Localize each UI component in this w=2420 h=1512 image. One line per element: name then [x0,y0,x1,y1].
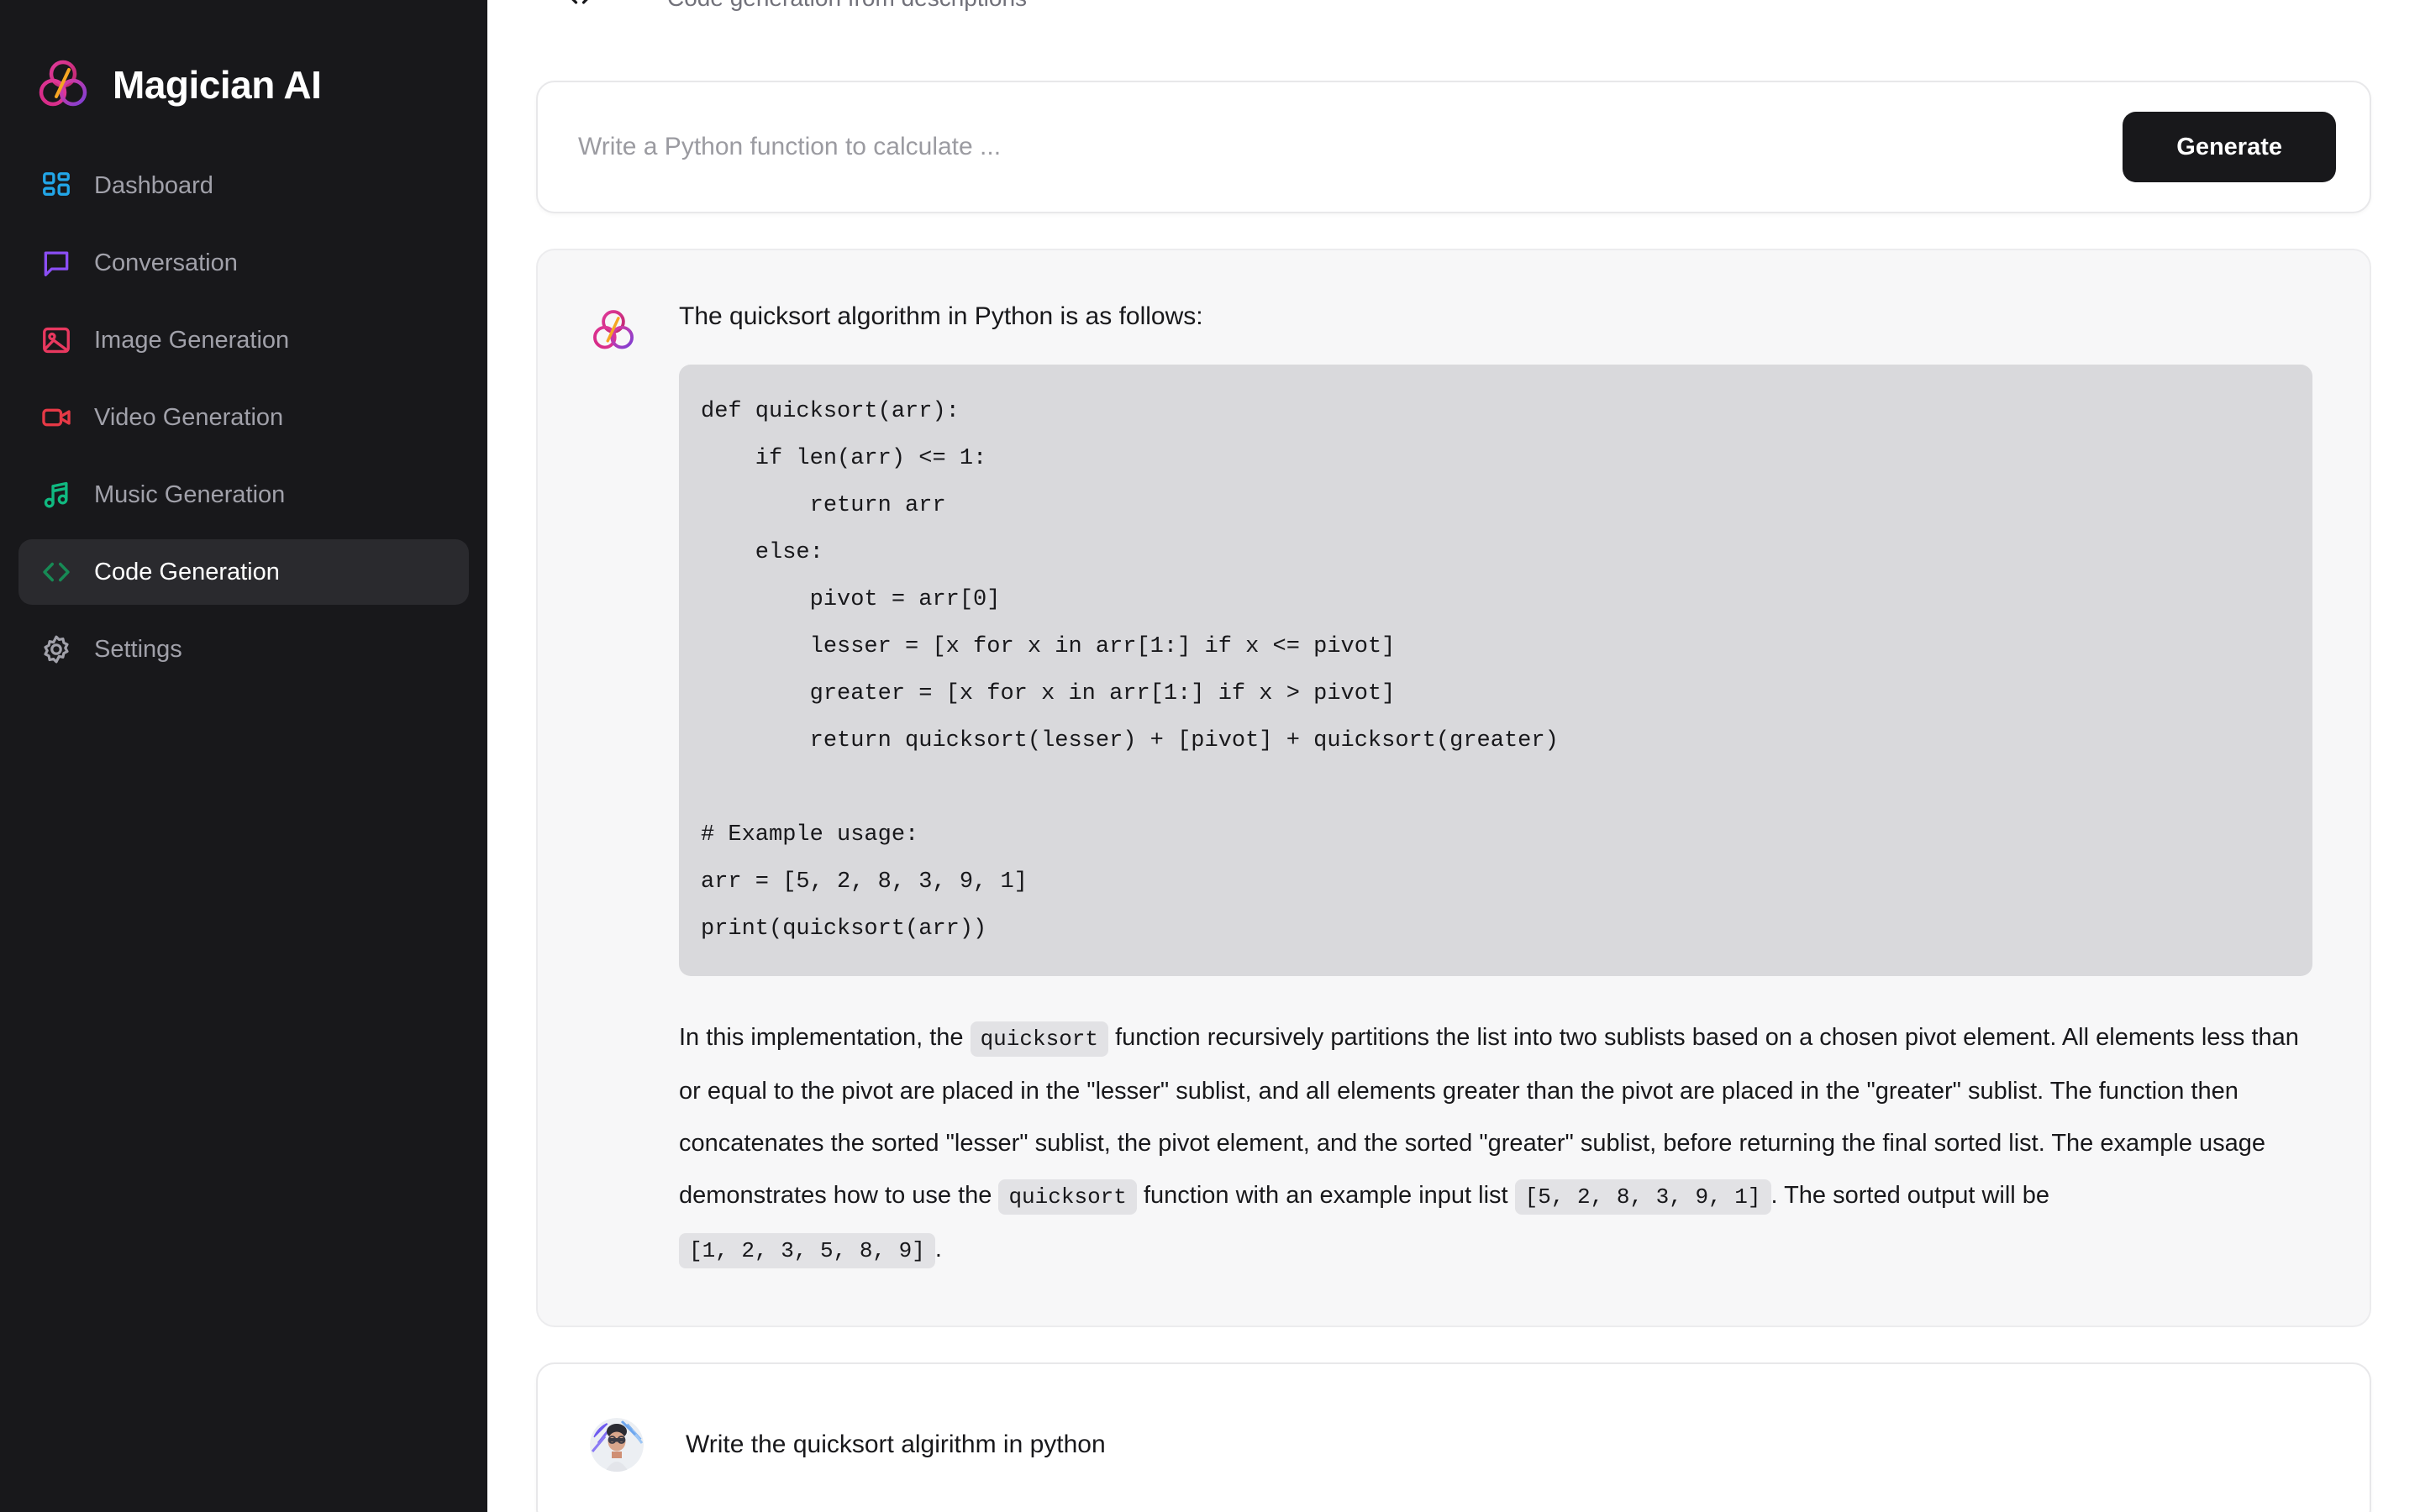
grid-icon [40,170,72,202]
sidebar-item-label: Video Generation [94,403,284,431]
avatar [590,1418,644,1472]
sidebar-item-label: Code Generation [94,558,280,585]
explanation-text-4: . The sorted output will be [1770,1182,2050,1209]
sidebar-item-label: Dashboard [94,171,213,199]
brand-name: Magician AI [113,63,322,107]
brand[interactable]: Magician AI [0,0,487,134]
sidebar-nav: Dashboard Conversation Image Generation [0,134,487,682]
sidebar-item-conversation[interactable]: Conversation [18,230,469,296]
gear-icon [40,633,72,665]
ai-response-explanation: In this implementation, the quicksort fu… [679,1011,2312,1277]
user-message-text: Write the quicksort algirithm in python [686,1431,1106,1458]
sidebar-item-label: Music Generation [94,480,286,508]
ai-avatar-trefoil-logo-icon [590,307,637,354]
page-subtitle: Code generation from descriptions [667,0,1027,12]
ai-response-intro: The quicksort algorithm in Python is as … [679,302,1203,330]
sidebar-item-settings[interactable]: Settings [18,617,469,682]
sidebar-item-code-generation[interactable]: Code Generation [18,539,469,605]
ai-response-body: The quicksort algorithm in Python is as … [679,299,2312,1277]
sidebar-item-music-generation[interactable]: Music Generation [18,462,469,528]
sidebar-item-label: Conversation [94,249,238,276]
prompt-input[interactable] [578,82,2103,212]
code-brackets-icon [565,0,595,10]
explanation-text-2: function recursively partitions the list… [679,1024,2299,1209]
sidebar-item-video-generation[interactable]: Video Generation [18,385,469,450]
music-note-icon [40,479,72,511]
explanation-text-5: . [934,1236,942,1263]
prompt-card: Generate [536,81,2371,213]
inline-code-input-list: [5, 2, 8, 3, 9, 1] [1514,1179,1771,1215]
sidebar-item-dashboard[interactable]: Dashboard [18,153,469,218]
inline-code-quicksort: quicksort [998,1179,1137,1215]
generate-button[interactable]: Generate [2123,112,2336,182]
user-message-card: Write the quicksort algirithm in python [536,1362,2371,1512]
trefoil-logo-icon [35,57,91,113]
sidebar-item-label: Image Generation [94,326,290,354]
explanation-text-3: function with an example input list [1136,1182,1515,1209]
image-icon [40,324,72,356]
main-content: Code generation from descriptions Genera… [487,0,2420,1512]
video-icon [40,402,72,433]
code-brackets-icon [40,556,72,588]
sidebar: Magician AI Dashboard Conversation Image… [0,0,487,1512]
inline-code-sorted-output: [1, 2, 3, 5, 8, 9] [679,1233,935,1268]
chat-bubble-icon [40,247,72,279]
sidebar-item-label: Settings [94,635,182,663]
explanation-text-1: In this implementation, the [679,1024,971,1051]
inline-code-quicksort: quicksort [970,1021,1109,1057]
page-header: Code generation from descriptions [536,0,2371,39]
sidebar-item-image-generation[interactable]: Image Generation [18,307,469,373]
ai-response-card: The quicksort algorithm in Python is as … [536,249,2371,1327]
code-block: def quicksort(arr): if len(arr) <= 1: re… [679,365,2312,976]
